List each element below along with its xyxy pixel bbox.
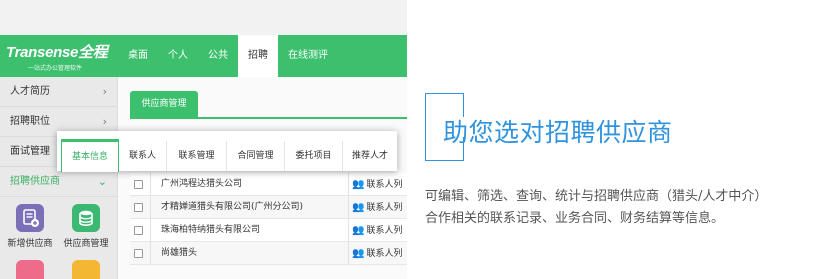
tab-supplier-management[interactable]: 供应商管理 [130, 91, 198, 117]
table-row[interactable]: 广州鸿程达猎头公司 👥 联系人列 [130, 173, 407, 196]
column-divider [348, 219, 349, 241]
tile-label: 新增供应商 [7, 239, 53, 249]
top-navbar: Transense全程 一站式办公管理软件 桌面 个人 公共 招聘 在线测评 [0, 35, 407, 79]
main-nav: 桌面 个人 公共 招聘 在线测评 [118, 35, 338, 79]
logo-tagline: 一站式办公管理软件 [28, 65, 83, 72]
sidebar-item-label: 面试管理 [10, 146, 50, 157]
contact-list-link[interactable]: 👥 联系人列 [352, 173, 402, 197]
table-row[interactable]: 才精婵道猎头有限公司(广州分公司) 👥 联系人列 [130, 196, 407, 219]
contacts-icon: 👥 [352, 179, 365, 190]
promo-description: 可编辑、筛选、查询、统计与招聘供应商（猎头/人才中介） 合作相关的联系记录、业务… [425, 186, 810, 230]
tile-yellow[interactable] [61, 260, 111, 279]
nav-public[interactable]: 公共 [198, 35, 238, 77]
contact-list-link[interactable]: 👥 联系人列 [352, 242, 402, 266]
tile-supplier-management[interactable]: 供应商管理 [61, 204, 111, 249]
tab-contacts[interactable]: 联系人 [119, 141, 167, 171]
tile-add-supplier[interactable]: 新增供应商 [5, 204, 55, 249]
yellow-tile-icon [72, 260, 100, 279]
contact-list-label: 联系人列 [366, 226, 403, 236]
nav-personal[interactable]: 个人 [158, 35, 198, 77]
row-checkbox[interactable] [134, 226, 143, 235]
supplier-name: 尚雄猎头 [161, 248, 198, 258]
database-icon [72, 204, 100, 232]
column-divider [348, 242, 349, 264]
tab-basic-info[interactable]: 基本信息 [61, 139, 119, 172]
tab-contact-management[interactable]: 联系管理 [167, 141, 227, 171]
column-divider [150, 196, 151, 218]
contact-list-label: 联系人列 [366, 249, 403, 259]
promo-description-line: 可编辑、筛选、查询、统计与招聘供应商（猎头/人才中介） [425, 189, 768, 204]
sidebar-item-label: 招聘职位 [10, 116, 50, 127]
sidebar-item-label: 人才简历 [10, 86, 50, 97]
contacts-icon: 👥 [352, 248, 365, 259]
column-divider [150, 219, 151, 241]
supplier-table: 广州鸿程达猎头公司 👥 联系人列 才精婵道猎头有限公司(广州分公司) 👥 联系人列 … [130, 173, 407, 265]
nav-online-assessment[interactable]: 在线测评 [278, 35, 338, 77]
tile-pink[interactable] [5, 260, 55, 279]
nav-recruitment[interactable]: 招聘 [238, 35, 278, 79]
add-supplier-icon [16, 204, 44, 232]
table-row[interactable]: 尚雄猎头 👥 联系人列 [130, 242, 407, 265]
contacts-icon: 👥 [352, 202, 365, 213]
app-logo: Transense全程 一站式办公管理软件 [6, 41, 108, 72]
sidebar-item-label: 招聘供应商 [10, 176, 60, 187]
tab-commissioned-projects[interactable]: 委托项目 [285, 141, 343, 171]
supplier-name: 才精婵道猎头有限公司(广州分公司) [161, 202, 304, 212]
chevron-right-icon: › [102, 85, 107, 98]
contact-list-link[interactable]: 👥 联系人列 [352, 196, 402, 220]
logo-text: Transense全程 [6, 44, 108, 61]
column-divider [348, 173, 349, 195]
table-row[interactable]: 珠海柏特纳猎头有限公司 👥 联系人列 [130, 219, 407, 242]
contact-list-link[interactable]: 👥 联系人列 [352, 219, 402, 243]
column-divider [150, 242, 151, 264]
tile-label: 供应商管理 [63, 239, 109, 249]
contacts-icon: 👥 [352, 225, 365, 236]
nav-desktop[interactable]: 桌面 [118, 35, 158, 77]
promo-headline: 助您选对招聘供应商 [443, 118, 673, 147]
tab-contract-management[interactable]: 合同管理 [227, 141, 285, 171]
tab-recommended-talent[interactable]: 推荐人才 [343, 141, 397, 171]
column-divider [348, 196, 349, 218]
pink-tile-icon [16, 260, 44, 279]
row-checkbox[interactable] [134, 249, 143, 258]
row-checkbox[interactable] [134, 180, 143, 189]
supplier-name: 广州鸿程达猎头公司 [161, 179, 243, 189]
column-divider [150, 173, 151, 195]
row-checkbox[interactable] [134, 203, 143, 212]
contact-list-label: 联系人列 [366, 180, 403, 190]
promo-description-line: 合作相关的联系记录、业务合同、财务结算等信息。 [425, 211, 725, 226]
supplier-detail-tabs-popup: 基本信息 联系人 联系管理 合同管理 委托项目 推荐人才 [57, 131, 397, 172]
sidebar-item-resumes[interactable]: 人才简历 › [0, 77, 117, 107]
contact-list-label: 联系人列 [366, 203, 403, 213]
supplier-name: 珠海柏特纳猎头有限公司 [161, 225, 261, 235]
tab-underline [130, 117, 407, 119]
